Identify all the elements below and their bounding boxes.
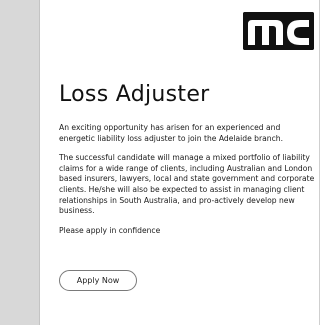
company-logo <box>243 12 314 50</box>
page-title: Loss Adjuster <box>59 82 210 107</box>
left-sidebar-strip <box>0 0 40 325</box>
confidence-paragraph: Please apply in confidence <box>59 225 161 235</box>
page: Loss Adjuster An exciting opportunity ha… <box>0 0 320 325</box>
apply-now-button[interactable]: Apply Now <box>59 270 137 291</box>
mc-logo-icon <box>243 12 314 50</box>
details-paragraph: The successful candidate will manage a m… <box>59 153 315 216</box>
intro-paragraph: An exciting opportunity has arisen for a… <box>59 123 283 143</box>
job-posting-card: Loss Adjuster An exciting opportunity ha… <box>40 0 320 325</box>
job-description: An exciting opportunity has arisen for a… <box>59 123 315 245</box>
